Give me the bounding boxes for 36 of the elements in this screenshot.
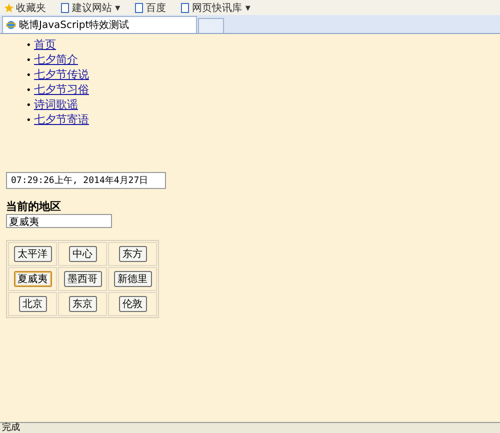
nav-link[interactable]: 七夕节习俗 bbox=[34, 83, 89, 96]
region-button[interactable]: 伦敦 bbox=[118, 296, 146, 312]
region-button[interactable]: 东京 bbox=[68, 296, 96, 312]
clock-field[interactable]: 07:29:26上午, 2014年4月27日 bbox=[6, 172, 166, 189]
toolbar-link[interactable]: 网页快讯库 ▾ bbox=[180, 0, 250, 14]
region-button[interactable]: 中心 bbox=[68, 246, 96, 262]
region-button[interactable]: 太平洋 bbox=[14, 246, 52, 262]
region-button[interactable]: 北京 bbox=[18, 296, 46, 312]
bullet: • bbox=[26, 115, 32, 128]
toolbar-link[interactable]: 建议网站 ▾ bbox=[60, 0, 120, 14]
new-tab-button[interactable] bbox=[198, 18, 224, 33]
browser-tab[interactable]: 晓博JavaScript特效测试 bbox=[2, 16, 197, 33]
status-text: 完成 bbox=[2, 423, 20, 433]
page-icon bbox=[134, 2, 144, 12]
nav-link[interactable]: 七夕节寄语 bbox=[34, 113, 89, 126]
bullet: • bbox=[26, 85, 32, 98]
region-heading: 当前的地区 bbox=[6, 199, 62, 214]
region-button[interactable]: 墨西哥 bbox=[64, 271, 102, 287]
nav-link[interactable]: 七夕简介 bbox=[34, 53, 78, 66]
region-button[interactable]: 东方 bbox=[118, 246, 146, 262]
bullet: • bbox=[26, 100, 32, 113]
nav-link[interactable]: 七夕节传说 bbox=[34, 68, 89, 81]
star-icon bbox=[4, 2, 14, 12]
bullet: • bbox=[26, 55, 32, 68]
page-icon bbox=[180, 2, 190, 12]
toolbar-link[interactable]: 百度 bbox=[134, 0, 166, 14]
region-button[interactable]: 新德里 bbox=[114, 271, 152, 287]
bullet: • bbox=[26, 70, 32, 83]
bullet: • bbox=[26, 40, 32, 53]
region-field[interactable]: 夏威夷 bbox=[6, 214, 112, 228]
region-button[interactable]: 夏威夷 bbox=[14, 271, 52, 287]
page-icon bbox=[60, 2, 70, 12]
nav-link[interactable]: 首页 bbox=[34, 38, 56, 51]
globe-icon bbox=[6, 20, 16, 30]
nav-link[interactable]: 诗词歌谣 bbox=[34, 98, 78, 111]
toolbar-link[interactable]: 收藏夹 bbox=[4, 0, 46, 14]
